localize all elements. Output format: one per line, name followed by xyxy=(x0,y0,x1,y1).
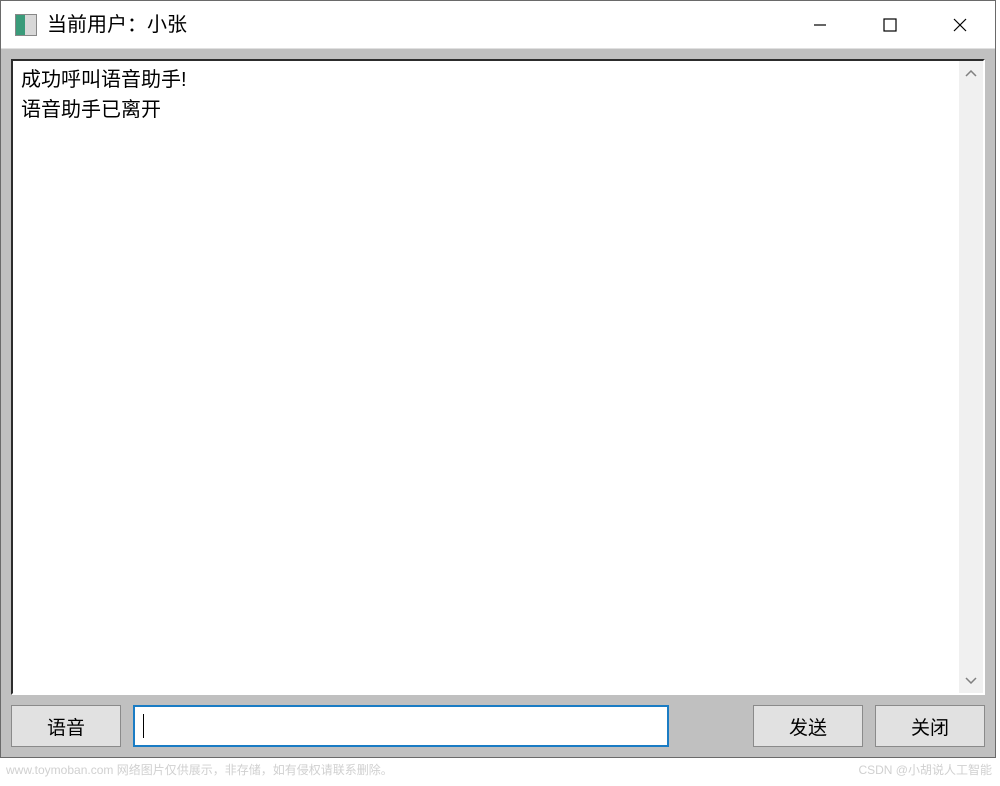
titlebar[interactable]: 当前用户：小张 xyxy=(1,1,995,49)
send-button[interactable]: 发送 xyxy=(753,705,863,747)
watermark-right: CSDN @小胡说人工智能 xyxy=(858,761,992,778)
chevron-down-icon xyxy=(965,676,977,684)
chevron-up-icon xyxy=(965,70,977,78)
bottom-bar: 语音 发送 关闭 xyxy=(11,705,985,747)
application-window: 当前用户：小张 成功呼叫语音助手! 语音助手已离开 xyxy=(0,0,996,758)
message-input[interactable] xyxy=(144,707,661,745)
output-panel: 成功呼叫语音助手! 语音助手已离开 xyxy=(11,59,985,695)
close-button[interactable]: 关闭 xyxy=(875,705,985,747)
window-title: 当前用户：小张 xyxy=(47,1,785,49)
close-window-button[interactable] xyxy=(925,1,995,48)
scroll-up-button[interactable] xyxy=(964,67,978,81)
window-controls xyxy=(785,1,995,48)
client-area: 成功呼叫语音助手! 语音助手已离开 语音 xyxy=(1,49,995,757)
app-icon xyxy=(15,14,37,36)
scroll-down-button[interactable] xyxy=(964,673,978,687)
close-icon xyxy=(951,16,969,34)
maximize-icon xyxy=(882,17,898,33)
minimize-icon xyxy=(812,17,828,33)
voice-button[interactable]: 语音 xyxy=(11,705,121,747)
message-input-wrapper[interactable] xyxy=(133,705,669,747)
minimize-button[interactable] xyxy=(785,1,855,48)
maximize-button[interactable] xyxy=(855,1,925,48)
watermark-left: www.toymoban.com 网络图片仅供展示，非存储，如有侵权请联系删除。 xyxy=(6,761,393,778)
output-text[interactable]: 成功呼叫语音助手! 语音助手已离开 xyxy=(13,61,959,693)
scrollbar[interactable] xyxy=(959,61,983,693)
spacer xyxy=(681,705,741,747)
